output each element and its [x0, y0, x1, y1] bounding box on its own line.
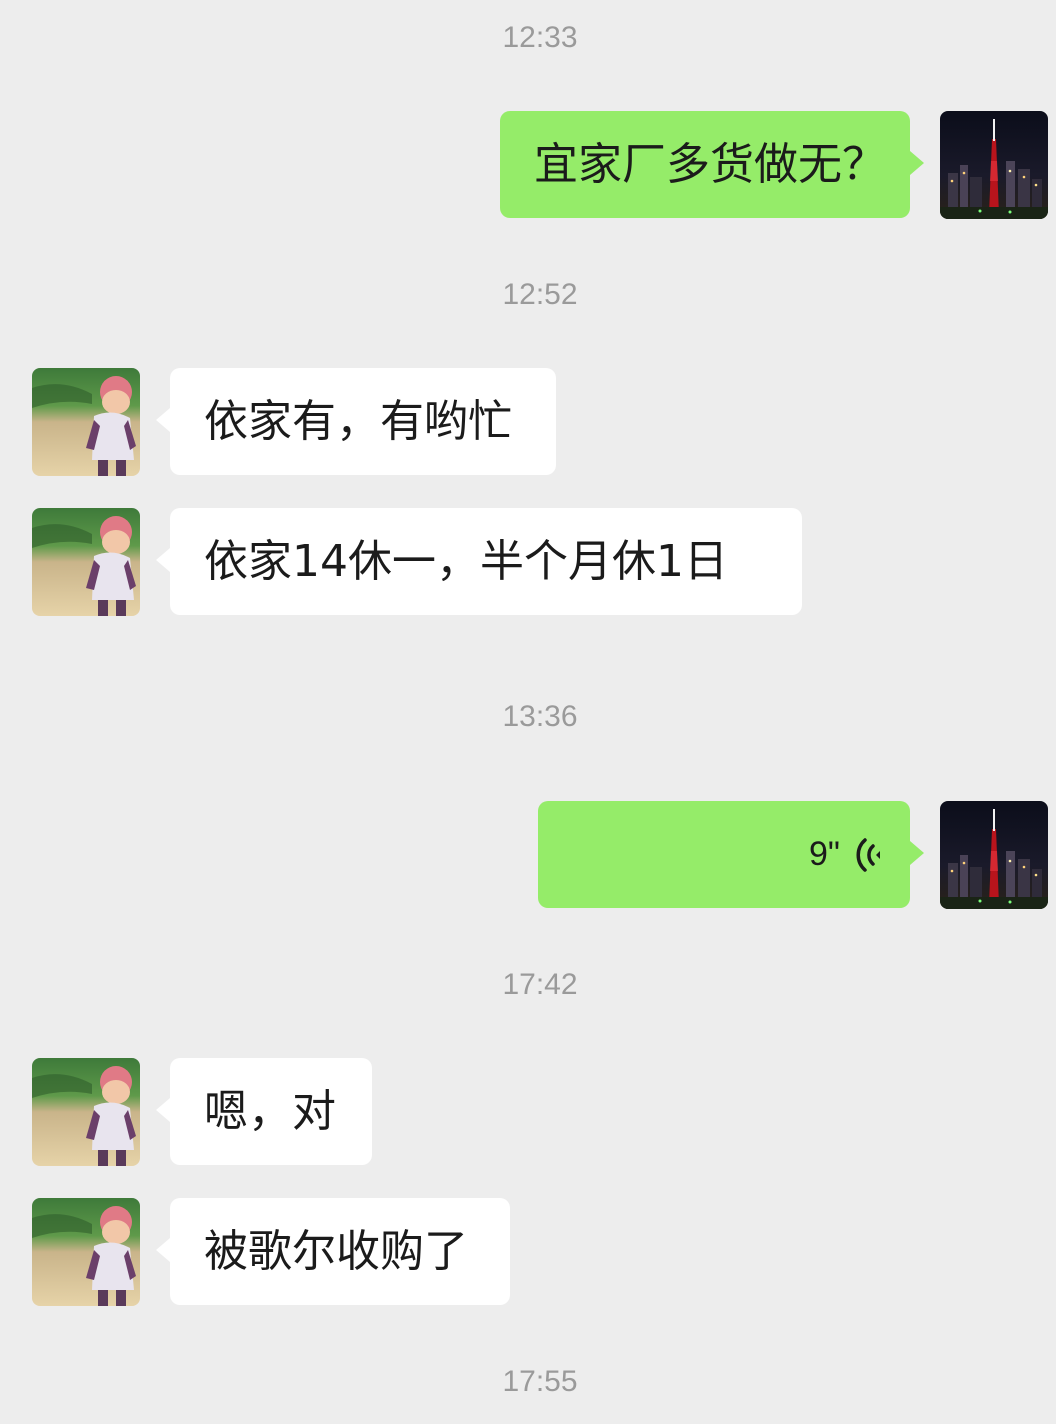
contact-avatar[interactable] [32, 1198, 140, 1306]
incoming-message-bubble[interactable]: 被歌尔收购了 [156, 1198, 510, 1305]
message-text: 宜家厂多货做无？ [534, 139, 886, 190]
incoming-message-bubble[interactable]: 依家14休一，半个月休1日 [156, 508, 802, 615]
child-photo-avatar-image [32, 1198, 140, 1306]
voice-wave-icon [854, 835, 886, 875]
night-city-tower-avatar-image [940, 111, 1048, 219]
child-photo-avatar-image [32, 368, 140, 476]
timestamp: 17:42 [502, 968, 578, 1001]
message-text: 嗯，对 [204, 1086, 336, 1137]
contact-avatar[interactable] [32, 1058, 140, 1166]
incoming-message-bubble[interactable]: 嗯，对 [156, 1058, 372, 1165]
child-photo-avatar-image [32, 1058, 140, 1166]
message-text: 依家有，有哟忙 [204, 396, 512, 447]
timestamp: 13:36 [502, 700, 578, 733]
timestamp: 12:52 [502, 278, 578, 311]
incoming-message-bubble[interactable]: 依家有，有哟忙 [156, 368, 556, 475]
message-text: 依家14休一，半个月休1日 [204, 536, 728, 587]
child-photo-avatar-image [32, 508, 140, 616]
contact-avatar[interactable] [32, 508, 140, 616]
outgoing-voice-message-bubble[interactable]: 9" [538, 801, 924, 908]
voice-duration: 9" [809, 835, 840, 873]
self-avatar[interactable] [940, 801, 1048, 909]
message-text: 被歌尔收购了 [204, 1226, 468, 1277]
self-avatar[interactable] [940, 111, 1048, 219]
outgoing-message-bubble[interactable]: 宜家厂多货做无？ [500, 111, 924, 218]
contact-avatar[interactable] [32, 368, 140, 476]
timestamp: 12:33 [502, 21, 578, 54]
night-city-tower-avatar-image [940, 801, 1048, 909]
timestamp: 17:55 [502, 1365, 578, 1398]
